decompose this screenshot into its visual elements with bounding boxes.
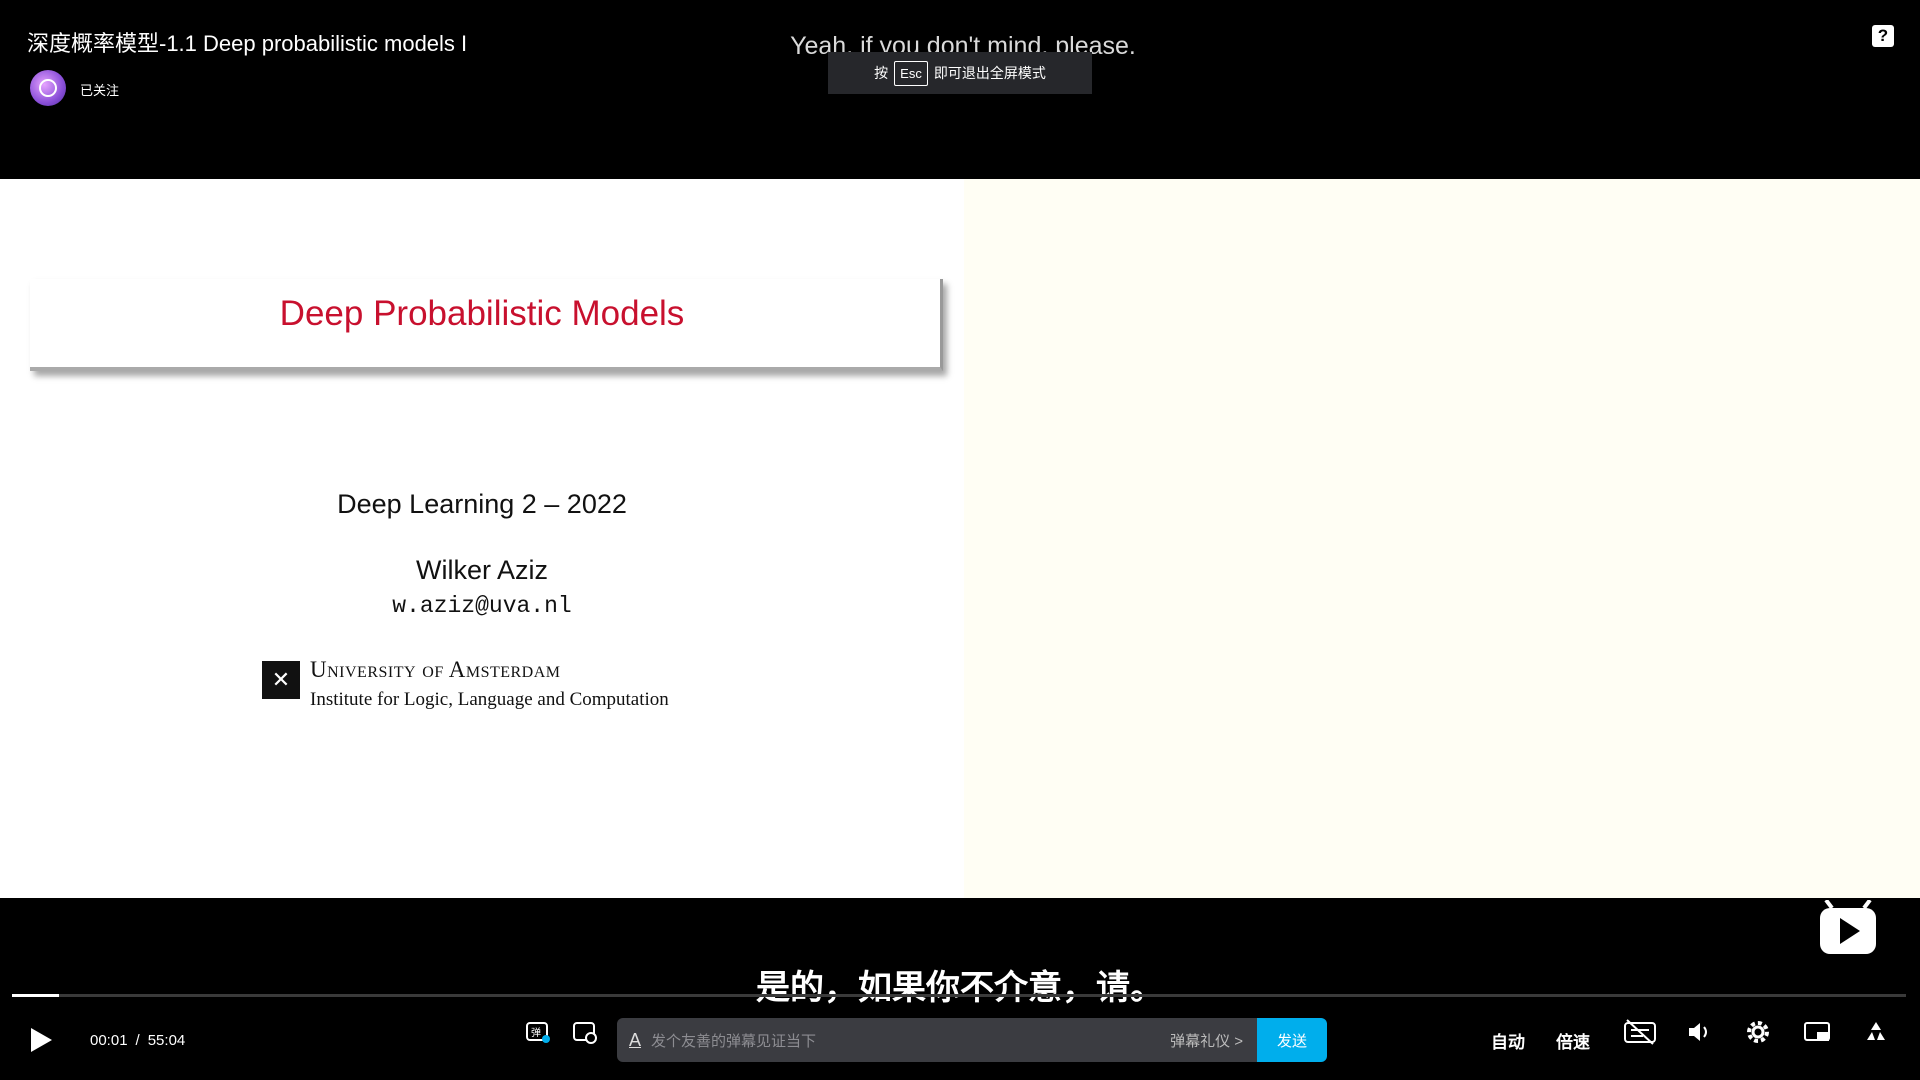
play-button[interactable]: [28, 1018, 54, 1062]
esc-suffix: 即可退出全屏模式: [933, 65, 1046, 81]
esc-toast: 按 Esc 即可退出全屏模式: [828, 52, 1092, 94]
speed-button[interactable]: 倍速: [1556, 1018, 1590, 1062]
chinese-subtitle: 是的，如果你不介意，请。: [756, 969, 1164, 1007]
send-button[interactable]: 发送: [1257, 1018, 1327, 1062]
quality-button[interactable]: 自动: [1491, 1018, 1525, 1062]
uploader-avatar[interactable]: [30, 70, 66, 106]
subtitle-toggle-button[interactable]: [1623, 1018, 1657, 1046]
play-icon: [31, 1028, 52, 1052]
picture-in-picture-button[interactable]: [1803, 1018, 1831, 1046]
settings-button[interactable]: [1744, 1018, 1772, 1046]
danmaku-placeholder: 发个友善的弹幕见证当下: [651, 1032, 817, 1050]
danmaku-toggle-button[interactable]: 弹: [524, 1018, 552, 1046]
danmaku-toggle-icon: 弹: [526, 1022, 550, 1043]
duration: 55:04: [147, 1031, 186, 1049]
progress-fill: [12, 994, 60, 997]
fullscreen-button[interactable]: [1862, 1018, 1890, 1046]
time-display: 00:01 / 55:04: [90, 1018, 185, 1062]
slide: Deep Probabilistic Models Deep Learning …: [0, 179, 964, 898]
danmaku-input[interactable]: A 发个友善的弹幕见证当下 弹幕礼仪 >: [617, 1018, 1257, 1062]
university-logo-icon: ✕: [262, 661, 300, 699]
gear-icon: [1747, 1021, 1769, 1043]
slide-title: Deep Probabilistic Models: [279, 294, 685, 333]
volume-button[interactable]: [1685, 1018, 1713, 1046]
picture-in-picture-icon: [1804, 1022, 1830, 1041]
subtitle-off-icon: [1624, 1019, 1656, 1045]
danmaku-settings-icon: [573, 1022, 597, 1044]
esc-prefix: 按: [874, 65, 889, 81]
slide-course: Deep Learning 2 – 2022: [337, 489, 627, 519]
video-frame[interactable]: Deep Probabilistic Models Deep Learning …: [0, 179, 1920, 898]
university-name: University of Amsterdam: [310, 657, 561, 682]
slide-author: Wilker Aziz: [415, 555, 548, 585]
avatar-logo-icon: [39, 79, 57, 97]
danmaku-etiquette-link[interactable]: 弹幕礼仪 >: [1170, 1030, 1243, 1051]
institute-name: Institute for Logic, Language and Comput…: [310, 689, 669, 710]
current-time: 00:01: [90, 1031, 128, 1049]
bilibili-tv-icon: [1820, 900, 1876, 954]
svg-text:弹: 弹: [531, 1026, 541, 1039]
danmaku-settings-button[interactable]: [571, 1018, 599, 1046]
slide-email: w.aziz@uva.nl: [392, 593, 572, 619]
text-style-icon[interactable]: A: [629, 1030, 641, 1051]
volume-icon: [1689, 1023, 1707, 1041]
follow-status[interactable]: 已关注: [80, 80, 119, 99]
progress-bar[interactable]: [12, 994, 1906, 997]
esc-key: Esc: [894, 60, 928, 86]
time-separator: /: [135, 1031, 140, 1049]
exit-fullscreen-icon: [1867, 1022, 1885, 1040]
